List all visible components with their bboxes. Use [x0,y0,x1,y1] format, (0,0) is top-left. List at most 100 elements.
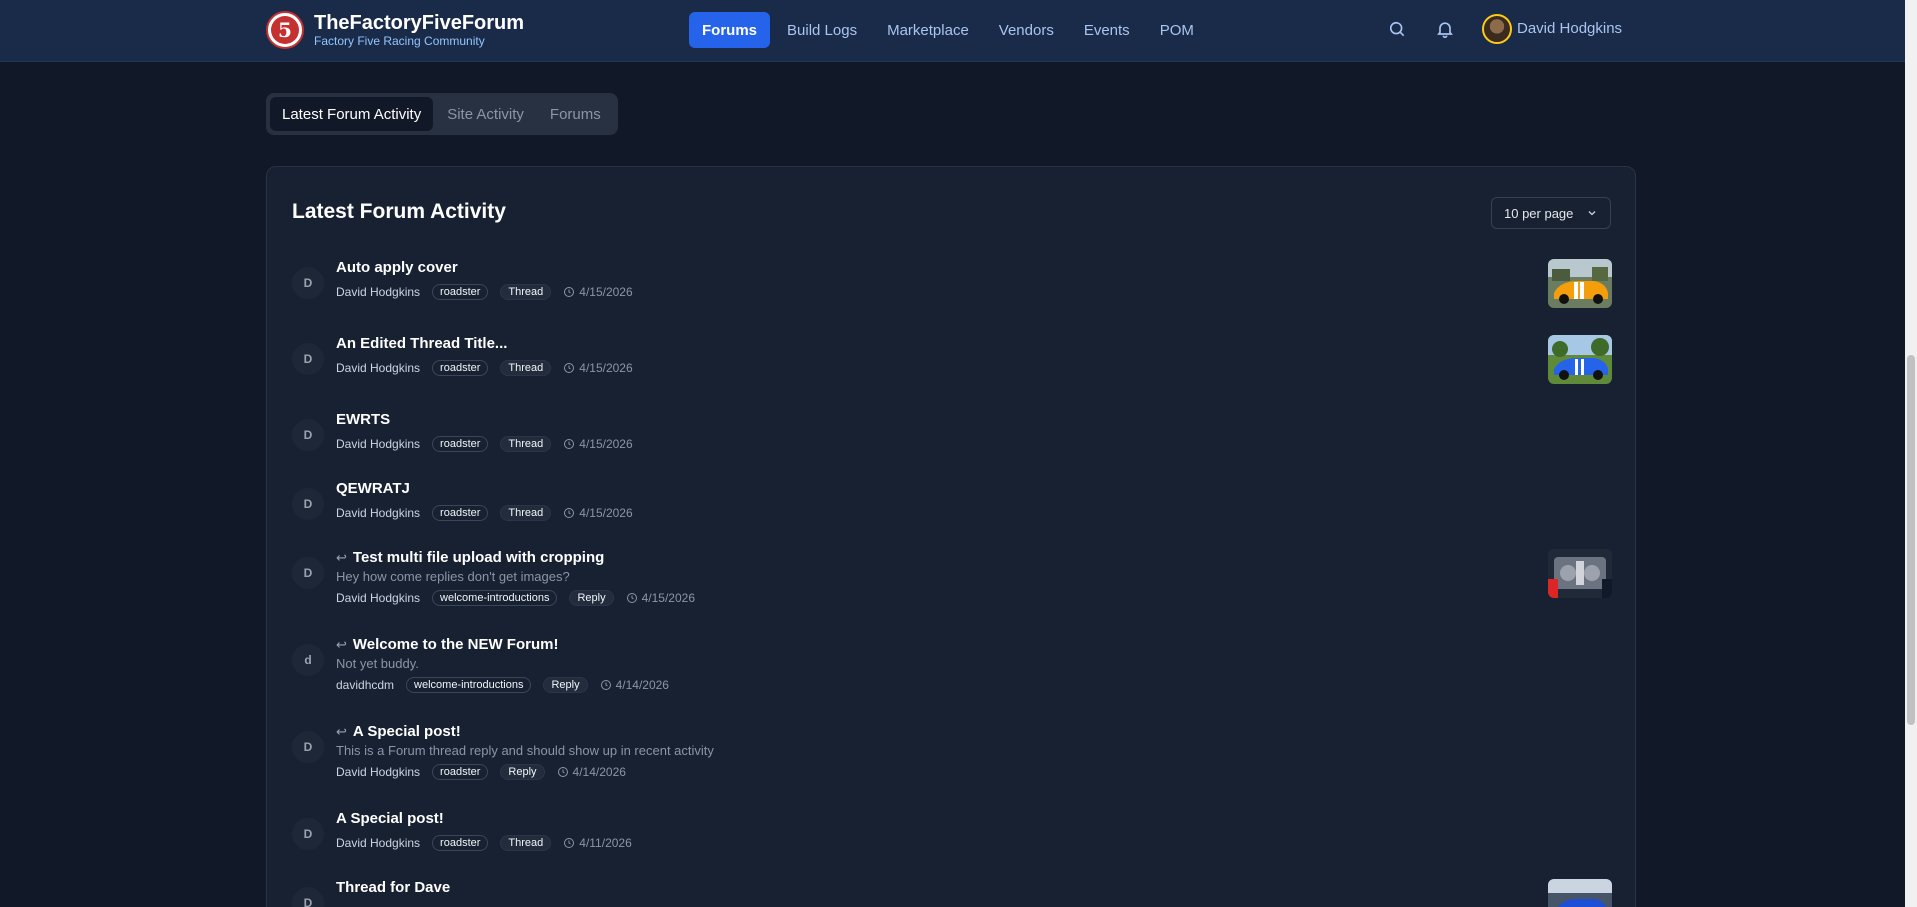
item-date-text: 4/15/2026 [579,437,633,451]
item-date: 4/15/2026 [563,437,633,451]
clock-icon [564,439,575,449]
list-item[interactable]: D Thread for Dave [292,879,1612,907]
item-title[interactable]: QEWRATJ [336,480,410,497]
clock-icon [626,593,637,603]
item-title-text: A Special post! [336,810,444,827]
tab-forums[interactable]: Forums [538,97,613,131]
forum-tag[interactable]: roadster [432,360,489,376]
thumbnail-image[interactable] [1548,335,1612,384]
item-meta: David Hodgkins roadster Thread 4/15/2026 [336,436,633,452]
card-title: Latest Forum Activity [292,200,506,223]
nav-marketplace[interactable]: Marketplace [874,12,982,48]
forum-tag[interactable]: welcome-introductions [406,677,532,693]
user-avatar[interactable] [1482,14,1512,44]
activity-tabs: Latest Forum Activity Site Activity Foru… [266,93,618,135]
type-badge: Thread [500,505,552,521]
thumbnail-image[interactable] [1548,879,1612,907]
item-title[interactable]: Thread for Dave [336,879,450,896]
item-date-text: 4/11/2026 [579,836,632,850]
list-item[interactable]: d ↩ Welcome to the NEW Forum! Not yet bu… [292,636,1612,698]
clock-icon [564,508,575,518]
item-title-text: Thread for Dave [336,879,451,896]
clock-icon [564,838,575,848]
forum-tag[interactable]: roadster [432,764,489,780]
item-title[interactable]: ↩ A Special post! [336,723,461,740]
item-title[interactable]: Auto apply cover [336,259,458,276]
author-avatar: D [292,887,324,907]
brand-subtitle: Factory Five Racing Community [314,34,485,48]
item-meta: David Hodgkins roadster Thread 4/15/2026 [336,360,633,376]
item-title[interactable]: A Special post! [336,810,444,827]
item-date-text: 4/15/2026 [579,506,633,520]
list-item[interactable]: D ↩ A Special post! This is a Forum thre… [292,723,1612,785]
nav-events[interactable]: Events [1071,12,1143,48]
item-title-text: EWRTS [336,411,391,428]
bell-icon[interactable] [1435,19,1455,39]
item-title-text: Test multi file upload with cropping [352,549,605,566]
per-page-select[interactable]: 10 per page [1491,197,1611,229]
thumbnail-image[interactable] [1548,549,1612,598]
list-item[interactable]: D Auto apply cover David Hodgkins roadst… [292,259,1612,311]
item-title[interactable]: ↩ Welcome to the NEW Forum! [336,636,558,653]
forum-tag[interactable]: roadster [432,505,489,521]
item-title[interactable]: An Edited Thread Title... [336,335,507,352]
item-title-text: Welcome to the NEW Forum! [352,636,559,653]
item-date-text: 4/15/2026 [641,591,695,605]
thumbnail-image[interactable] [1548,259,1612,308]
forum-tag[interactable]: roadster [432,436,489,452]
item-excerpt: This is a Forum thread reply and should … [336,743,714,758]
type-badge: Reply [543,677,588,693]
item-author[interactable]: David Hodgkins [336,765,420,779]
type-badge: Thread [500,835,552,851]
site-logo[interactable]: 5 [266,11,304,49]
item-author[interactable]: David Hodgkins [336,506,420,520]
author-avatar: D [292,343,324,375]
main-nav: Forums Build Logs Marketplace Vendors Ev… [689,12,1207,48]
item-title[interactable]: EWRTS [336,411,390,428]
nav-forums[interactable]: Forums [689,12,771,48]
clock-icon [564,287,575,297]
brand-title[interactable]: TheFactoryFiveForum [314,12,524,35]
item-author[interactable]: David Hodgkins [336,437,420,451]
item-date-text: 4/14/2026 [615,678,669,692]
item-meta: davidhcdm welcome-introductions Reply 4/… [336,677,669,693]
item-date: 4/15/2026 [563,361,633,375]
type-badge: Thread [500,360,552,376]
item-author[interactable]: David Hodgkins [336,285,420,299]
reply-icon: ↩ [336,636,347,652]
list-item[interactable]: D A Special post! David Hodgkins roadste… [292,810,1612,862]
scrollbar-thumb[interactable] [1907,355,1915,725]
item-title-text: Auto apply cover [336,259,458,276]
user-name[interactable]: David Hodgkins [1517,20,1622,37]
list-item[interactable]: D QEWRATJ David Hodgkins roadster Thread… [292,480,1612,532]
item-author[interactable]: David Hodgkins [336,361,420,375]
type-badge: Thread [500,284,552,300]
list-item[interactable]: D ↩ Test multi file upload with cropping… [292,549,1612,611]
list-item[interactable]: D An Edited Thread Title... David Hodgki… [292,335,1612,387]
reply-icon: ↩ [336,723,347,739]
item-meta: David Hodgkins roadster Thread 4/15/2026 [336,505,633,521]
forum-tag[interactable]: welcome-introductions [432,590,558,606]
tab-latest-forum-activity[interactable]: Latest Forum Activity [270,97,434,131]
forum-tag[interactable]: roadster [432,835,489,851]
author-avatar: d [292,644,324,676]
item-excerpt: Not yet buddy. [336,656,419,671]
type-badge: Thread [500,436,552,452]
reply-icon: ↩ [336,549,347,565]
item-author[interactable]: David Hodgkins [336,836,420,850]
item-author[interactable]: David Hodgkins [336,591,420,605]
list-item[interactable]: D EWRTS David Hodgkins roadster Thread 4… [292,411,1612,463]
forum-tag[interactable]: roadster [432,284,489,300]
nav-pom[interactable]: POM [1147,12,1207,48]
item-date: 4/15/2026 [563,285,633,299]
author-avatar: D [292,557,324,589]
nav-build-logs[interactable]: Build Logs [774,12,870,48]
item-author[interactable]: davidhcdm [336,678,394,692]
page-scrollbar[interactable] [1905,0,1917,907]
item-title[interactable]: ↩ Test multi file upload with cropping [336,549,604,566]
nav-vendors[interactable]: Vendors [986,12,1067,48]
tab-site-activity[interactable]: Site Activity [435,97,536,131]
author-avatar: D [292,818,324,850]
item-meta: David Hodgkins roadster Thread 4/11/2026 [336,835,632,851]
search-icon[interactable] [1387,19,1407,39]
